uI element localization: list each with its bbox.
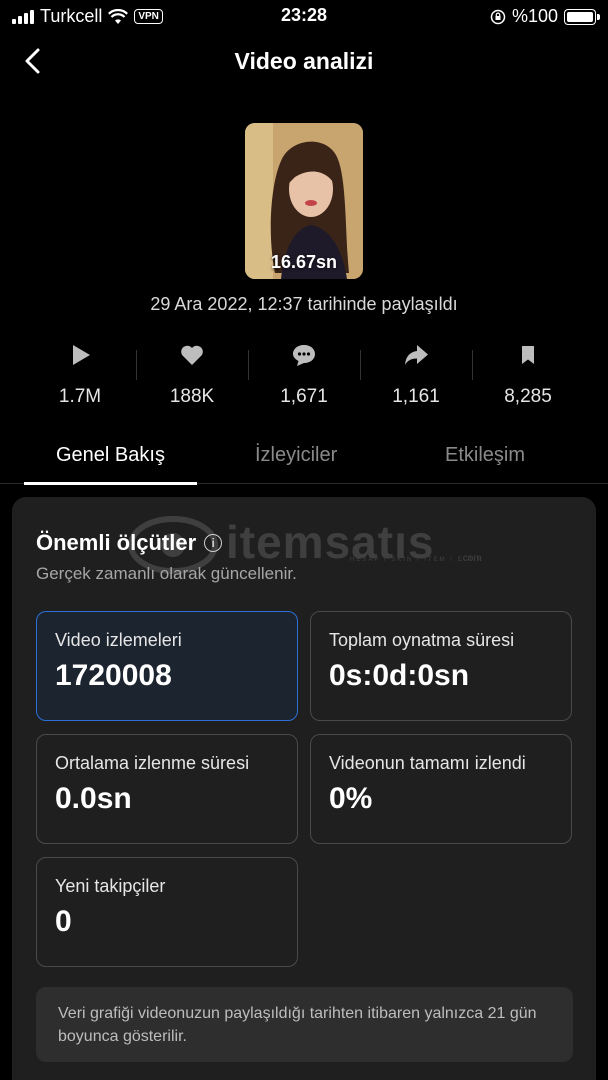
stat-views: 1.7M bbox=[24, 340, 136, 410]
metric-label: Videonun tamamı izlendi bbox=[329, 753, 526, 773]
stat-likes: 188K bbox=[136, 340, 248, 410]
rotation-lock-icon bbox=[490, 9, 506, 24]
video-thumbnail[interactable]: 16.67sn bbox=[245, 123, 363, 279]
section-subtitle: Gerçek zamanlı olarak güncellenir. bbox=[36, 564, 297, 583]
metric-full-watch[interactable]: Videonun tamamı izlendi 0% bbox=[310, 734, 572, 844]
stat-value: 1,671 bbox=[280, 386, 328, 407]
section-title-text: Önemli ölçütler bbox=[36, 530, 197, 555]
stat-value: 8,285 bbox=[504, 386, 552, 407]
metric-label: Yeni takipçiler bbox=[55, 876, 166, 896]
info-icon[interactable]: i bbox=[204, 534, 223, 552]
info-note: Veri grafiği videonuzun paylaşıldığı tar… bbox=[36, 987, 573, 1062]
battery-percent: %100 bbox=[511, 6, 558, 26]
tab-bar: Genel Bakış İzleyiciler Etkileşim bbox=[0, 436, 608, 485]
stat-saves: 8,285 bbox=[472, 340, 584, 410]
metric-value: 0s:0d:0sn bbox=[329, 659, 470, 692]
metric-avg-watch-time[interactable]: Ortalama izlenme süresi 0.0sn bbox=[36, 734, 298, 844]
metric-label: Video izlemeleri bbox=[55, 630, 182, 650]
stat-value: 1,161 bbox=[392, 386, 440, 407]
metric-total-watch-time[interactable]: Toplam oynatma süresi 0s:0d:0sn bbox=[310, 611, 572, 721]
page-title: Video analizi bbox=[234, 48, 374, 74]
metric-value: 0% bbox=[329, 782, 373, 815]
bookmark-icon bbox=[522, 346, 534, 364]
posted-date: 29 Ara 2022, 12:37 tarihinde paylaşıldı bbox=[150, 294, 458, 314]
status-bar: Turkcell VPN 23:28 %100 bbox=[0, 0, 608, 32]
stat-value: 1.7M bbox=[58, 386, 102, 407]
watermark-domain: .com bbox=[460, 553, 482, 564]
share-icon bbox=[405, 345, 428, 365]
tab-viewers[interactable]: İzleyiciler bbox=[255, 436, 337, 484]
metric-value: 0 bbox=[55, 905, 72, 938]
comment-icon bbox=[293, 345, 315, 366]
metric-label: Toplam oynatma süresi bbox=[329, 630, 515, 650]
status-right: %100 bbox=[490, 6, 600, 27]
header: Video analizi bbox=[0, 38, 608, 86]
stat-shares: 1,161 bbox=[360, 340, 472, 410]
heart-icon bbox=[181, 345, 203, 365]
metric-label: Ortalama izlenme süresi bbox=[55, 753, 250, 773]
metric-video-views[interactable]: Video izlemeleri 1720008 bbox=[36, 611, 298, 721]
stat-comments: 1,671 bbox=[248, 340, 360, 410]
metric-value: 0.0sn bbox=[55, 782, 132, 815]
play-icon bbox=[73, 345, 90, 365]
metric-value: 1720008 bbox=[55, 659, 172, 692]
stats-row: 1.7M 188K 1,671 1,161 8,285 bbox=[24, 340, 584, 410]
tab-engagement[interactable]: Etkileşim bbox=[445, 436, 525, 484]
metric-new-followers[interactable]: Yeni takipçiler 0 bbox=[36, 857, 298, 967]
section-title: Önemli ölçütler i bbox=[36, 530, 223, 556]
tab-overview[interactable]: Genel Bakış bbox=[24, 436, 197, 485]
battery-icon bbox=[564, 8, 600, 25]
stat-value: 188K bbox=[169, 386, 215, 407]
video-duration: 16.67sn bbox=[270, 252, 338, 272]
